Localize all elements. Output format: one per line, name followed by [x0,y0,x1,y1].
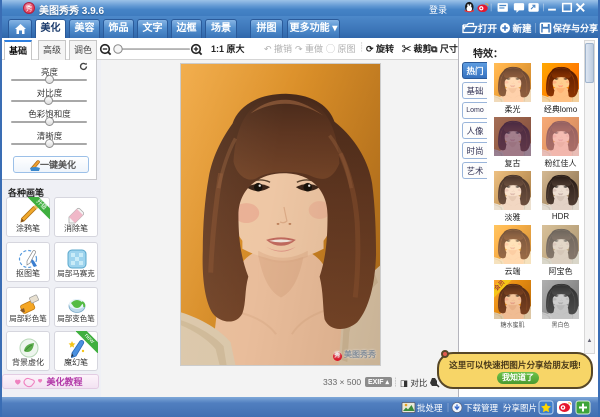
svg-text:保存与分享: 保存与分享 [552,23,598,34]
svg-text:批处理: 批处理 [417,403,443,413]
svg-text:分享图片: 分享图片 [503,403,537,413]
svg-text:新建: 新建 [513,23,533,35]
svg-text:打开: 打开 [478,23,498,35]
svg-text:下载管理: 下载管理 [464,403,499,413]
